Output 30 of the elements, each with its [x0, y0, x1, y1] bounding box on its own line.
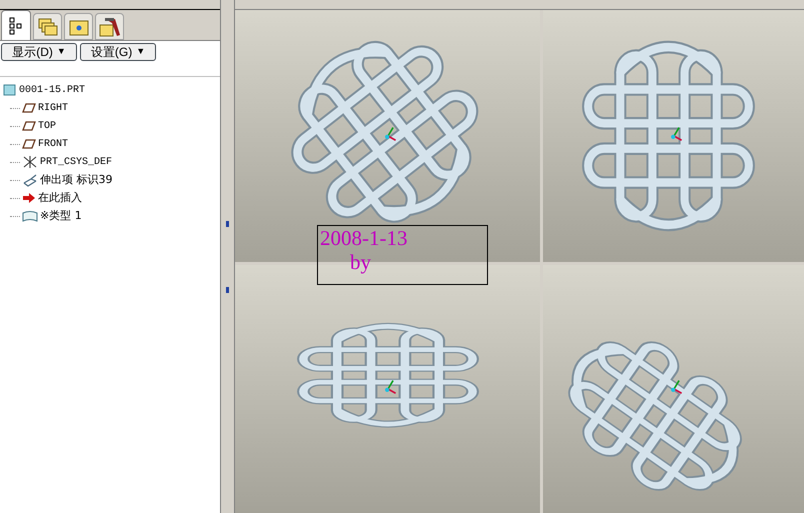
- menu-button[interactable]: 显示(D) ▼: [1, 43, 77, 61]
- datum-plane-icon: [22, 103, 36, 113]
- tools-icon: [98, 16, 120, 36]
- tree-root-label[interactable]: 0001-15.PRT: [19, 82, 86, 98]
- navigator-tab[interactable]: [95, 13, 124, 40]
- tree-item[interactable]: PRT_CSYS_DEF: [40, 154, 112, 170]
- datum-plane-icon: [22, 139, 36, 149]
- datum-plane-icon: [22, 121, 36, 131]
- extrude-icon: [22, 173, 38, 187]
- annotation-author: by: [349, 250, 372, 274]
- tree-item[interactable]: 在此插入: [38, 190, 82, 206]
- menu-button[interactable]: 设置(G) ▼: [80, 43, 156, 61]
- collapse-icon[interactable]: [226, 286, 229, 292]
- annotation-date: 2008-1-13: [320, 226, 408, 250]
- tree-item[interactable]: ※类型 1: [40, 208, 82, 224]
- navigator-tab[interactable]: [1, 10, 31, 40]
- surface-icon: [22, 210, 38, 222]
- tree-item[interactable]: FRONT: [38, 136, 68, 152]
- coordinate-system-icon: [22, 155, 38, 169]
- folder-icon: [68, 18, 88, 36]
- tree-icon: [9, 16, 23, 34]
- tree-item[interactable]: 伸出项 标识39: [40, 172, 112, 188]
- part-icon: [3, 84, 16, 96]
- tree-item[interactable]: RIGHT: [38, 100, 68, 116]
- folders-icon: [38, 18, 58, 36]
- arrow-icon: [22, 192, 36, 204]
- viewport[interactable]: [543, 265, 804, 513]
- tree-item[interactable]: TOP: [38, 118, 56, 134]
- collapse-icon[interactable]: [226, 220, 229, 226]
- viewport[interactable]: [543, 10, 804, 262]
